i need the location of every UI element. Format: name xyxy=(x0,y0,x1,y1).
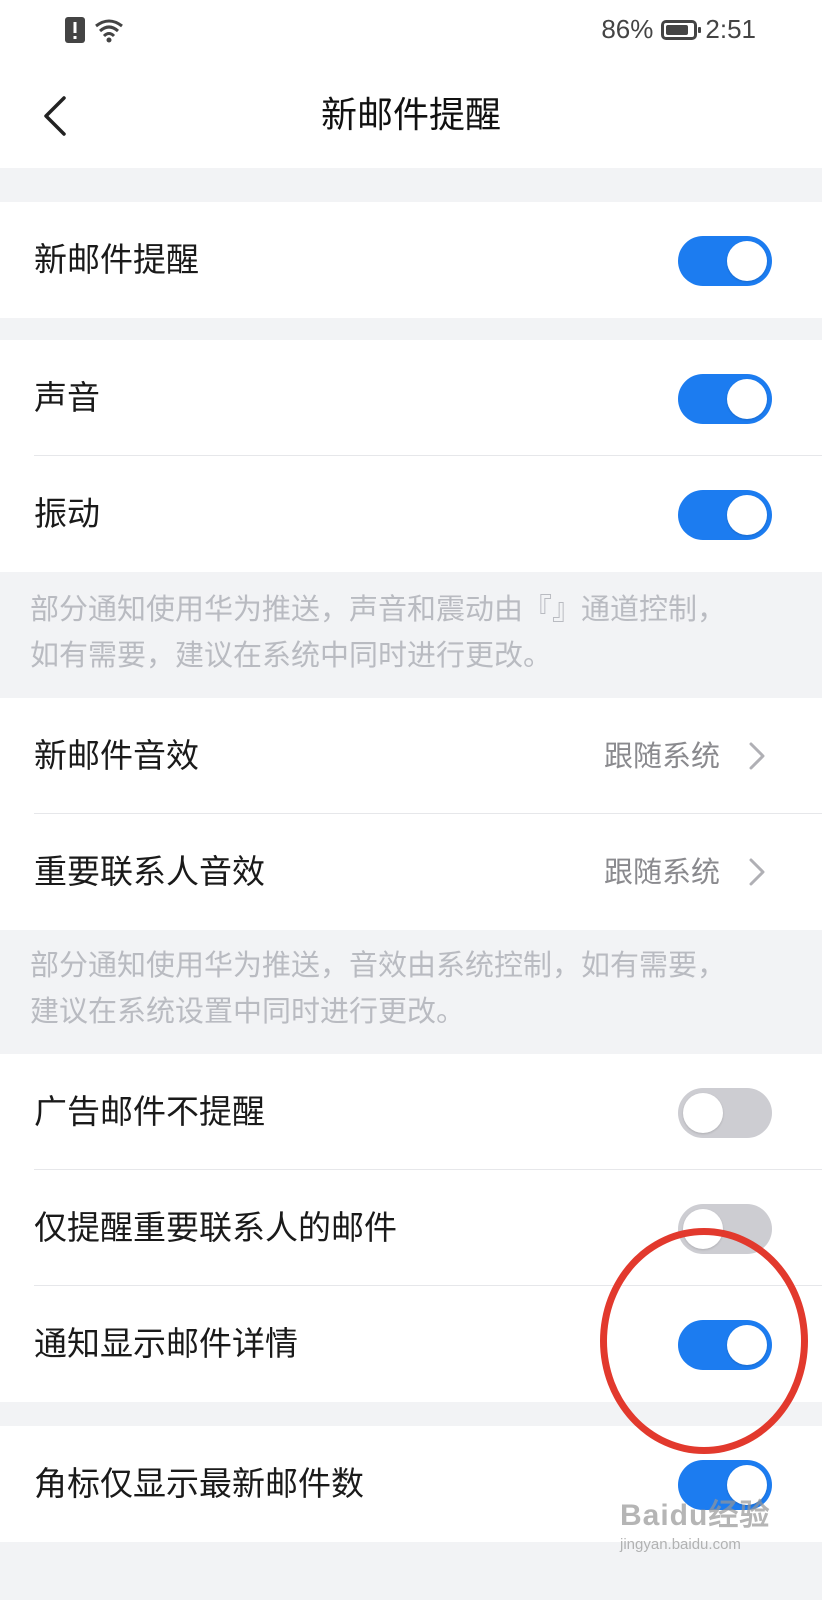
sound-effects-note: 部分通知使用华为推送，音效由系统控制，如有需要，建议在系统设置中同时进行更改。 xyxy=(30,948,727,1028)
title-bar: 新邮件提醒 xyxy=(0,64,822,168)
toggle-knob xyxy=(727,241,767,281)
toggle-knob xyxy=(727,379,767,419)
battery-icon xyxy=(661,19,702,40)
row-new-mail-alert: 新邮件提醒 xyxy=(0,202,822,318)
watermark-sub: jingyan.baidu.com xyxy=(620,1536,741,1553)
row-label: 仅提醒重要联系人的邮件 xyxy=(34,1208,397,1247)
toggle-sound[interactable] xyxy=(678,374,772,424)
row-ad-mail-no-alert: 广告邮件不提醒 xyxy=(0,1054,822,1170)
toggle-vibration[interactable] xyxy=(678,490,772,540)
chevron-right-icon xyxy=(749,858,765,886)
row-sound: 声音 xyxy=(0,340,822,456)
clock: 2:51 xyxy=(705,14,756,44)
status-bar: 86% 2:51 xyxy=(0,0,822,64)
row-show-details: 通知显示邮件详情 xyxy=(0,1286,822,1402)
battery-fill xyxy=(666,24,689,35)
toggle-knob xyxy=(727,1325,767,1365)
row-vip-only: 仅提醒重要联系人的邮件 xyxy=(0,1170,822,1286)
row-label: 通知显示邮件详情 xyxy=(34,1324,298,1363)
row-vip-sound[interactable]: 重要联系人音效 跟随系统 xyxy=(0,814,822,930)
row-label: 角标仅显示最新邮件数 xyxy=(34,1464,364,1503)
alert-icon xyxy=(65,17,85,43)
status-right: 86% 2:51 xyxy=(601,14,756,45)
row-value: 跟随系统 xyxy=(603,739,720,773)
page-title: 新邮件提醒 xyxy=(320,95,501,136)
status-left-icons xyxy=(64,16,124,44)
row-label: 新邮件音效 xyxy=(34,736,199,775)
toggle-knob xyxy=(727,495,767,535)
row-value: 跟随系统 xyxy=(603,855,720,889)
chevron-right-icon xyxy=(749,742,765,770)
row-label: 广告邮件不提醒 xyxy=(34,1092,265,1131)
toggle-knob xyxy=(683,1093,723,1133)
row-label: 声音 xyxy=(34,378,100,417)
row-label: 新邮件提醒 xyxy=(34,240,199,279)
row-label: 重要联系人音效 xyxy=(34,852,265,891)
watermark-main: Baidu经验 xyxy=(620,1499,771,1532)
wifi-icon xyxy=(95,19,123,43)
row-label: 振动 xyxy=(34,494,100,533)
battery-percent: 86% xyxy=(601,14,654,44)
row-new-mail-sound[interactable]: 新邮件音效 跟随系统 xyxy=(0,698,822,814)
toggle-new-mail-alert[interactable] xyxy=(678,236,772,286)
toggle-show-details[interactable] xyxy=(678,1320,772,1370)
toggle-vip-only[interactable] xyxy=(678,1204,772,1254)
sound-vibration-note: 部分通知使用华为推送，声音和震动由『』通道控制，如有需要，建议在系统中同时进行更… xyxy=(30,592,727,672)
toggle-knob xyxy=(683,1209,723,1249)
toggle-ad-mail-no-alert[interactable] xyxy=(678,1088,772,1138)
watermark: Baidu经验 jingyan.baidu.com xyxy=(620,1490,790,1553)
row-vibration: 振动 xyxy=(0,456,822,572)
